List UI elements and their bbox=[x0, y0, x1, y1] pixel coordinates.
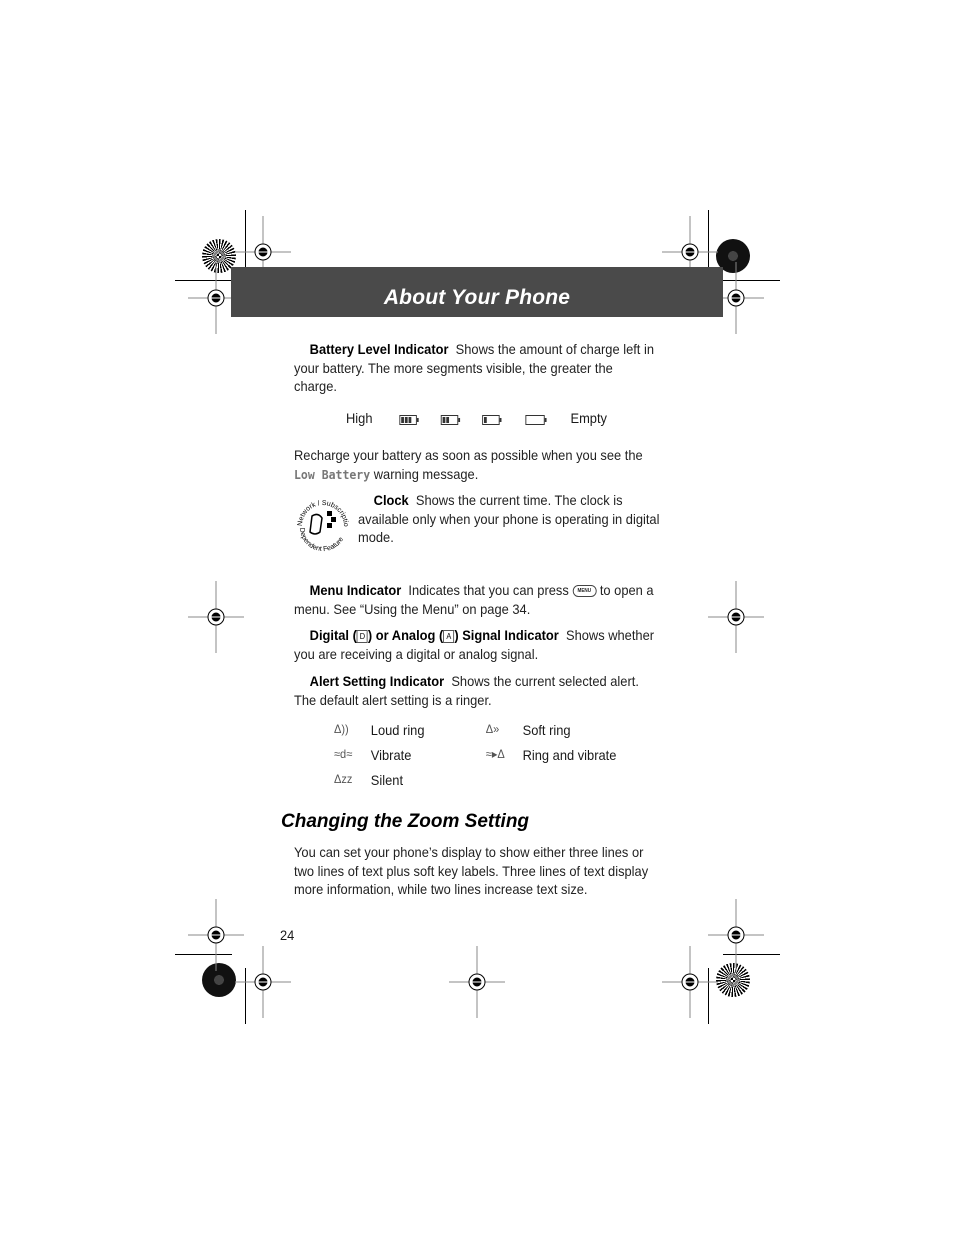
zoom-setting-paragraph: You can set your phone’s display to show… bbox=[294, 844, 649, 897]
menu-indicator-text: Indicates that you can press bbox=[408, 582, 569, 598]
registration-target-icon bbox=[188, 581, 244, 653]
low-battery-message: Low Battery bbox=[294, 466, 371, 482]
alert-label: Soft ring bbox=[522, 722, 571, 738]
recharge-paragraph: Recharge your battery as soon as possibl… bbox=[294, 446, 657, 484]
recharge-text: Recharge your battery as soon as possibl… bbox=[294, 447, 643, 463]
alert-label: Silent bbox=[370, 772, 404, 788]
alert-indicator-paragraph: Alert Setting Indicator Shows the curren… bbox=[294, 672, 657, 709]
registration-target-icon bbox=[449, 946, 505, 1018]
battery-term: Battery Level Indicator bbox=[309, 341, 449, 357]
network-subscription-feature-icon: Network / Subscription Dependent Feature bbox=[294, 496, 349, 553]
menu-indicator-term: Menu Indicator bbox=[309, 582, 402, 598]
digital-signal-icon: D bbox=[356, 629, 368, 643]
battery-one-segment-icon bbox=[482, 415, 502, 425]
menu-indicator-paragraph: Menu Indicator Indicates that you can pr… bbox=[294, 581, 657, 618]
signal-indicator-term: Digital (D) or Analog (A) Signal Indicat… bbox=[309, 627, 559, 643]
registration-target-icon bbox=[708, 581, 764, 653]
registration-target-icon bbox=[188, 899, 244, 971]
menu-key-icon: MENU bbox=[572, 585, 597, 598]
page-number: 24 bbox=[280, 927, 295, 943]
soft-ring-icon: Δ» bbox=[485, 722, 500, 736]
analog-signal-icon: A bbox=[443, 629, 455, 643]
vibrate-icon: ≈d≈ bbox=[334, 747, 353, 761]
registration-target-icon bbox=[235, 946, 291, 1018]
alert-label: Loud ring bbox=[370, 722, 425, 738]
battery-empty-label: Empty bbox=[570, 410, 607, 426]
section-heading: Changing the Zoom Setting bbox=[281, 811, 530, 832]
svg-text:Dependent Feature: Dependent Feature bbox=[298, 527, 345, 553]
chapter-header: About Your Phone bbox=[231, 267, 723, 317]
alert-indicator-term: Alert Setting Indicator bbox=[309, 673, 445, 689]
registration-target-icon bbox=[662, 946, 718, 1018]
clock-paragraph: Clock Shows the current time. The clock … bbox=[358, 491, 663, 547]
battery-full-icon bbox=[399, 415, 419, 425]
battery-empty-icon bbox=[525, 415, 547, 425]
loud-ring-icon: Δ)) bbox=[334, 722, 349, 736]
battery-level-paragraph: Battery Level Indicator Shows the amount… bbox=[294, 340, 657, 396]
ring-and-vibrate-icon: ≈▸Δ bbox=[485, 747, 505, 761]
battery-two-segments-icon bbox=[440, 415, 461, 425]
registration-target-icon bbox=[708, 899, 764, 971]
signal-indicator-paragraph: Digital (D) or Analog (A) Signal Indicat… bbox=[294, 626, 657, 663]
alert-label: Vibrate bbox=[370, 747, 412, 763]
alert-label: Ring and vibrate bbox=[522, 747, 617, 763]
battery-high-label: High bbox=[346, 410, 373, 426]
chapter-title: About Your Phone bbox=[383, 286, 571, 309]
silent-icon: Δzᴢ bbox=[334, 772, 353, 786]
battery-scale: High Empty bbox=[346, 410, 607, 430]
clock-term: Clock bbox=[373, 492, 409, 508]
recharge-text-end: warning message. bbox=[373, 465, 479, 482]
